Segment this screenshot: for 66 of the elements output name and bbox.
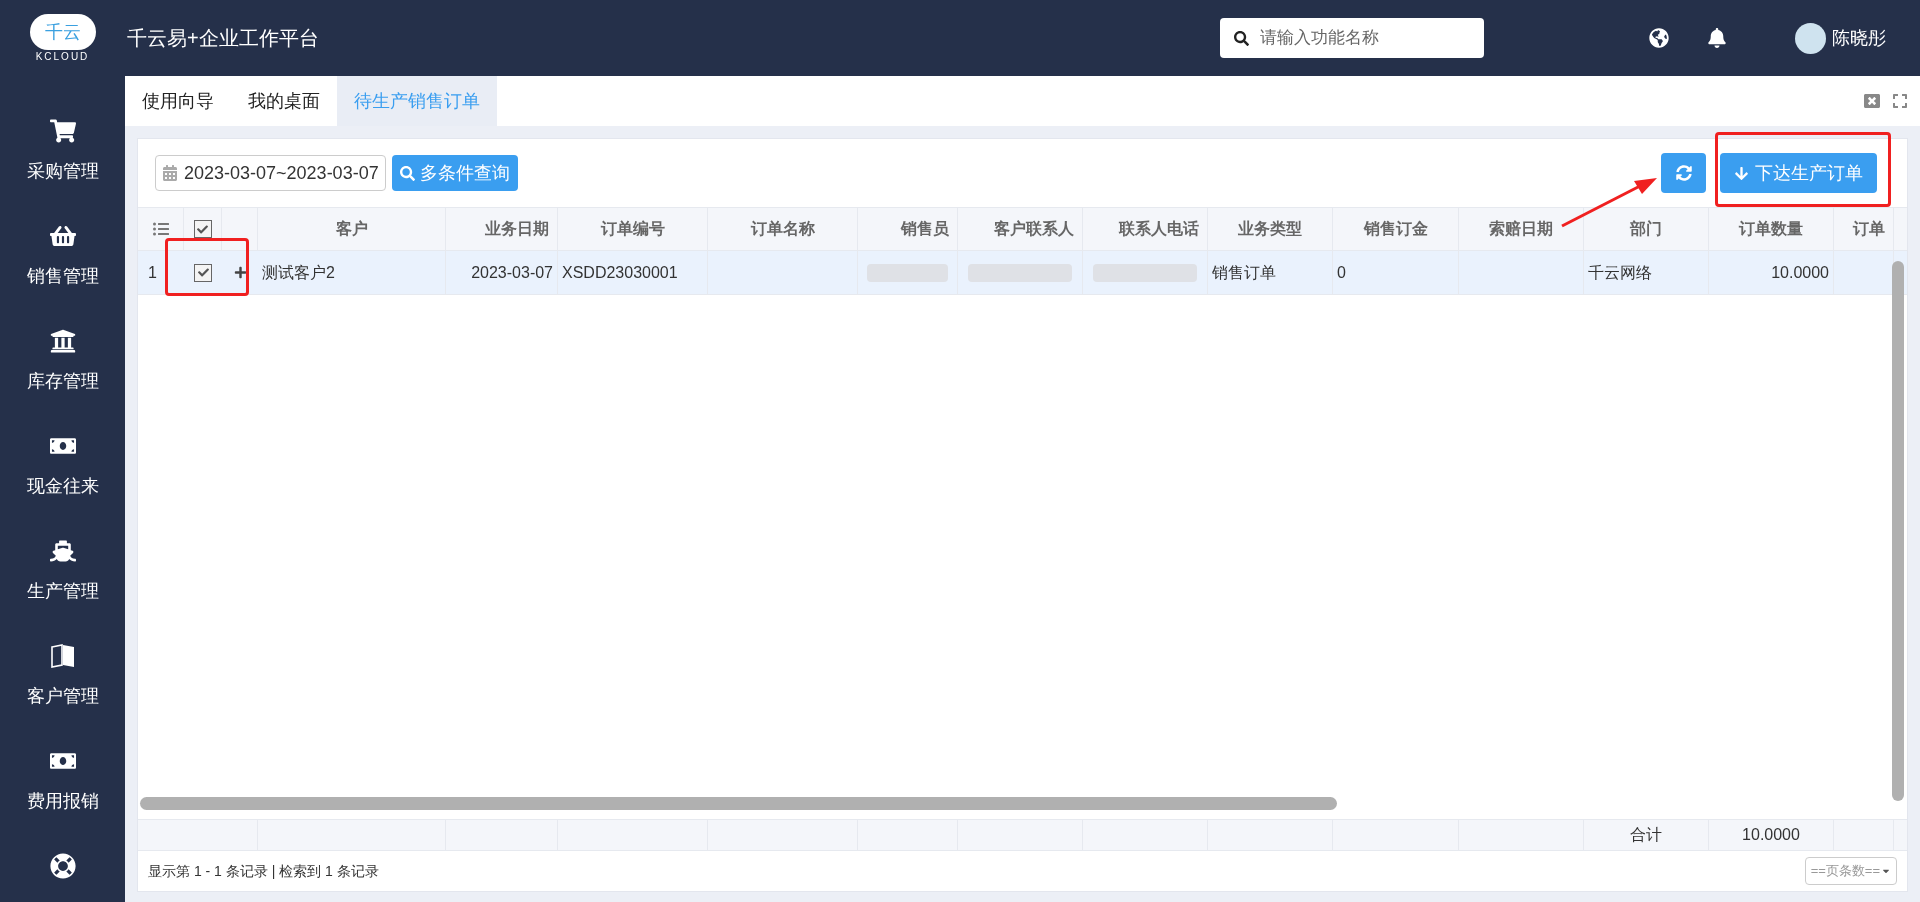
sidebar-item[interactable]: 库存管理 — [26, 368, 99, 395]
vertical-scrollbar[interactable] — [1892, 261, 1904, 801]
ship-icon[interactable] — [49, 538, 76, 564]
total-label: 合计 — [1630, 825, 1662, 845]
table-cell-text: XSDD23030001 — [562, 262, 678, 283]
table-cell-text: 10.0000 — [1771, 262, 1829, 283]
open-book-icon[interactable] — [49, 643, 76, 669]
user-name[interactable]: 陈晓彤 — [1832, 24, 1886, 52]
table-cell-text: 0 — [1337, 262, 1346, 283]
checkbox[interactable] — [193, 220, 212, 238]
total-cell-text: 10.0000 — [1742, 825, 1800, 845]
list-icon[interactable] — [152, 221, 169, 237]
basket-icon[interactable] — [49, 223, 76, 249]
table-row[interactable]: 1 测试客户2 2023-03-07 XSDD23030001 销售订单 0 千云网络 10.0000 — [138, 251, 1907, 295]
bell-icon[interactable] — [1707, 28, 1727, 48]
checkbox[interactable] — [194, 263, 212, 282]
expand-icon[interactable] — [233, 266, 247, 279]
column-header[interactable]: 销售员 — [901, 217, 949, 241]
column-header[interactable]: 业务日期 — [485, 217, 549, 241]
cart-icon[interactable] — [49, 118, 76, 144]
column-header[interactable]: 销售订金 — [1363, 217, 1428, 241]
avatar[interactable] — [1795, 22, 1826, 54]
table-cell-text: 销售订单 — [1212, 262, 1276, 283]
date-range-field[interactable]: 2023-03-07~2023-03-07 — [155, 155, 386, 191]
close-icon[interactable] — [1864, 93, 1880, 109]
record-summary: 显示第 1 - 1 条记录 | 检索到 1 条记录 — [148, 861, 379, 881]
page-size-select[interactable]: ==页条数== — [1804, 857, 1897, 885]
sidebar-item[interactable]: 生产管理 — [26, 578, 99, 605]
column-header[interactable]: 部门 — [1630, 217, 1662, 241]
query-button[interactable]: 多条件查询 — [391, 155, 518, 191]
sidebar-item[interactable]: 销售管理 — [26, 263, 99, 290]
checkmark-icon — [197, 267, 209, 278]
issue-order-button[interactable]: 下达生产订单 — [1720, 153, 1877, 193]
sidebar-item[interactable]: 采购管理 — [26, 158, 99, 185]
column-header[interactable]: 索赔日期 — [1489, 217, 1553, 241]
column-header[interactable]: 订单编号 — [600, 217, 665, 241]
bank-icon[interactable] — [49, 328, 76, 354]
globe-icon[interactable] — [1649, 28, 1669, 48]
column-header[interactable]: 联系人电话 — [1119, 217, 1199, 241]
column-header[interactable]: 订单数量 — [1739, 217, 1803, 241]
app-title: 千云易+企业工作平台 — [127, 26, 319, 51]
sidebar-item[interactable]: 费用报销 — [26, 788, 99, 815]
logo-subtext: KCLOUD — [35, 52, 90, 62]
down-arrow-icon — [1734, 165, 1749, 181]
sidebar-item[interactable]: 现金往来 — [26, 473, 99, 500]
column-header[interactable]: 业务类型 — [1238, 217, 1302, 241]
checkmark-icon — [197, 223, 208, 235]
refresh-icon — [1675, 165, 1692, 181]
table-cell-text: 测试客户2 — [262, 262, 335, 283]
fullscreen-icon[interactable] — [1892, 93, 1908, 109]
column-header[interactable]: 订单 — [1853, 217, 1885, 241]
lifebuoy-icon[interactable] — [49, 853, 76, 879]
row-number: 1 — [148, 262, 157, 283]
horizontal-scrollbar[interactable] — [140, 797, 1337, 810]
search-icon — [1234, 31, 1249, 46]
logo-text: 千云 — [44, 20, 81, 44]
refresh-button[interactable] — [1661, 153, 1706, 193]
table-cell-text: 2023-03-07 — [471, 262, 553, 283]
column-header[interactable]: 客户 — [335, 217, 368, 241]
search-icon — [399, 165, 415, 181]
table-cell-text: 千云网络 — [1588, 262, 1652, 283]
calendar-icon — [162, 165, 178, 181]
search-field[interactable]: 请输入功能名称 — [1220, 18, 1484, 58]
column-header[interactable]: 客户联系人 — [994, 217, 1074, 241]
sidebar-item[interactable]: 客户管理 — [26, 683, 99, 710]
column-header[interactable]: 订单名称 — [750, 217, 815, 241]
